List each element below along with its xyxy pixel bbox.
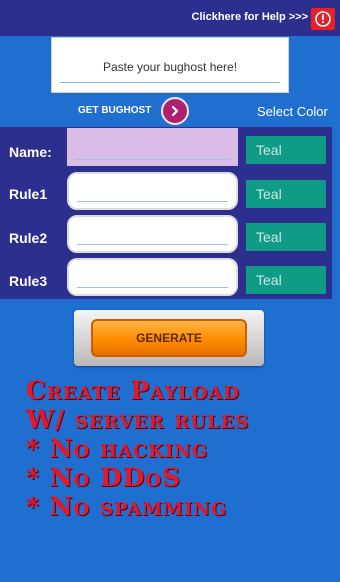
promo-line: * No DDoS (26, 463, 182, 492)
rule3-input[interactable] (67, 258, 238, 296)
bughost-underline (60, 82, 280, 83)
top-bar: Clickhere for Help >>> (0, 0, 340, 36)
generate-button-frame: GENERATE (74, 310, 264, 366)
promo-text: Create Payload W/ server rules * No hack… (26, 376, 249, 521)
name-input-underline (75, 159, 230, 160)
rule3-color-select[interactable]: Teal (246, 266, 326, 294)
rule1-color-select[interactable]: Teal (246, 180, 326, 208)
select-color-label: Select Color (257, 104, 328, 119)
rule2-label: Rule2 (9, 230, 48, 246)
name-label: Name: (9, 144, 52, 160)
help-link[interactable]: Clickhere for Help >>> (192, 11, 308, 23)
promo-line: W/ server rules (26, 405, 250, 434)
rule3-label: Rule3 (9, 273, 48, 289)
info-icon (315, 11, 331, 27)
promo-line: * No hacking (26, 434, 209, 463)
promo-line: * No spamming (26, 492, 228, 521)
rule1-input[interactable] (67, 172, 238, 210)
bughost-placeholder: Paste your bughost here! (102, 60, 238, 74)
rule2-input-underline (77, 244, 228, 245)
rule2-input[interactable] (67, 215, 238, 253)
rule2-color-select[interactable]: Teal (246, 223, 326, 251)
rule1-label: Rule1 (9, 186, 48, 202)
generate-button[interactable]: GENERATE (91, 319, 247, 357)
get-bughost-label[interactable]: GET BUGHOST (78, 105, 151, 116)
bughost-input[interactable]: Paste your bughost here! (51, 37, 289, 93)
rule1-input-underline (77, 201, 228, 202)
rule3-input-underline (77, 287, 228, 288)
info-button[interactable] (311, 8, 335, 30)
name-input[interactable] (67, 128, 238, 166)
get-bughost-button[interactable] (161, 97, 189, 125)
chevron-right-icon (171, 105, 179, 117)
name-color-select[interactable]: Teal (246, 136, 326, 164)
promo-line: Create Payload (26, 376, 241, 405)
